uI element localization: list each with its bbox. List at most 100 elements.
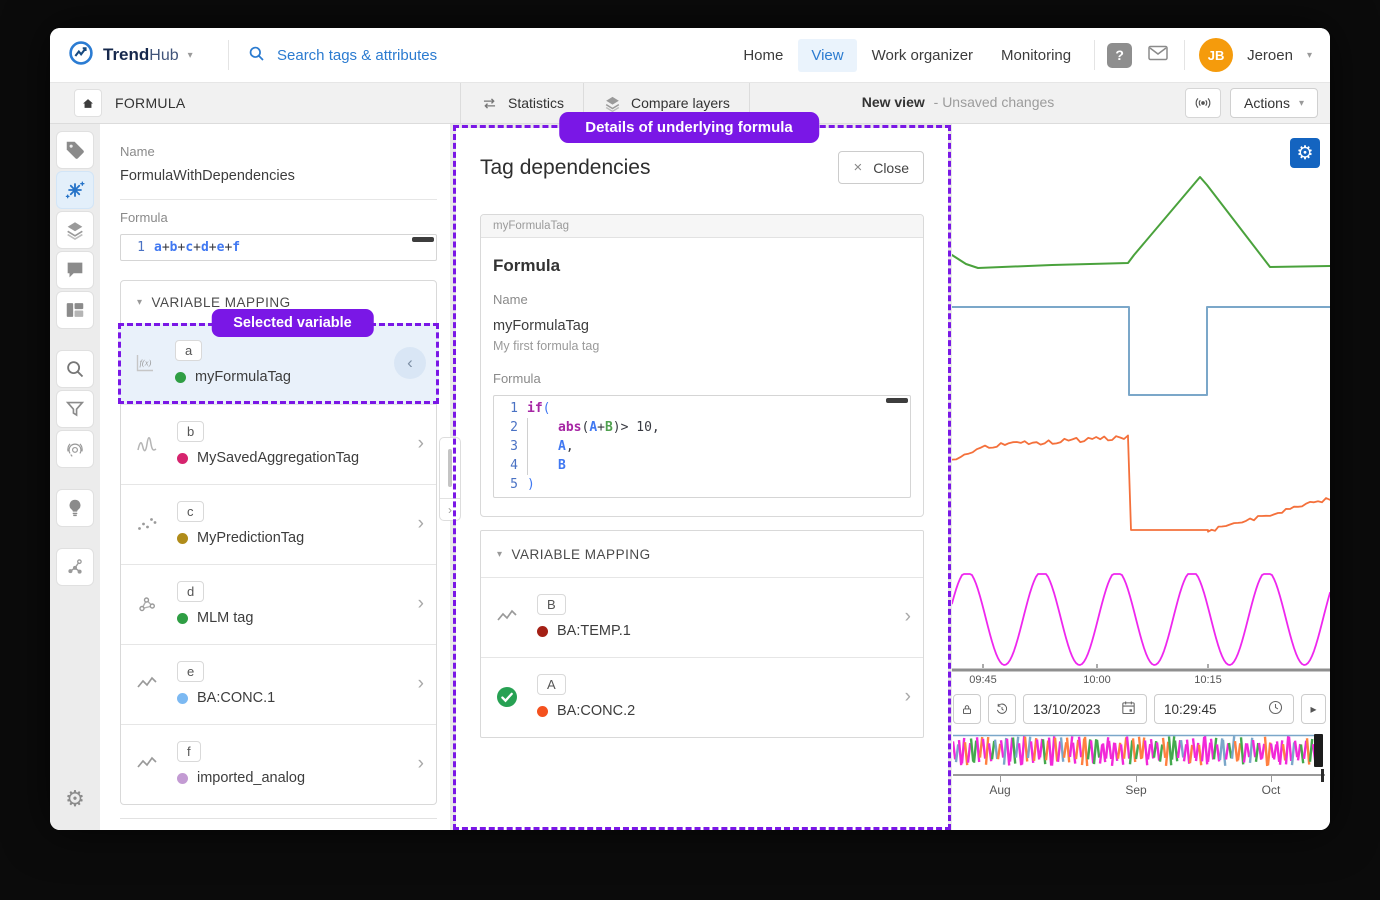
dashboard-sidebar-button[interactable]: [56, 291, 94, 329]
help-button[interactable]: ?: [1107, 43, 1132, 68]
fingerprint-sidebar-button[interactable]: [56, 430, 94, 468]
avatar[interactable]: JB: [1199, 38, 1233, 72]
variable-row-d[interactable]: dMLM tag›: [121, 564, 436, 644]
mail-icon[interactable]: [1146, 41, 1170, 70]
code-line: 3A,: [494, 437, 910, 456]
divider: [1184, 40, 1185, 70]
variable-mapping-header[interactable]: ▾ VARIABLE MAPPING: [481, 531, 923, 577]
formula-sidebar-button[interactable]: [56, 171, 94, 209]
lightbulb-sidebar-button[interactable]: [56, 489, 94, 527]
variable-row-e[interactable]: eBA:CONC.1›: [121, 644, 436, 724]
variable-chip: A: [537, 674, 566, 695]
history-button[interactable]: [988, 694, 1016, 724]
month-label: Sep: [1125, 783, 1146, 797]
search-sidebar-button[interactable]: [56, 350, 94, 388]
time-axis-labels: 09:4510:0010:15: [952, 674, 1330, 694]
nav-item-home[interactable]: Home: [730, 39, 796, 72]
breadcrumb: FORMULA: [115, 95, 186, 111]
range-handle[interactable]: [1314, 734, 1323, 767]
network-sidebar-button[interactable]: [56, 548, 94, 586]
chevron-down-icon: ▾: [137, 297, 143, 308]
expand-panel-button[interactable]: ›: [440, 498, 460, 520]
variable-mapping-card: ▾ VARIABLE MAPPING BBA:TEMP.1›ABA:CONC.2…: [480, 530, 924, 738]
code-line: 1a+b+c+d+e+f: [121, 238, 436, 257]
formula-code-editor[interactable]: 1a+b+c+d+e+f: [120, 234, 437, 261]
code-line: 2abs(A+B)> 10,: [494, 418, 910, 437]
line-number: 4: [494, 456, 527, 475]
current-position-marker[interactable]: [1321, 769, 1324, 782]
mlm-icon: [135, 592, 159, 616]
layers-sidebar-button[interactable]: [56, 211, 94, 249]
search-input[interactable]: Search tags & attributes: [229, 44, 730, 67]
aggregation-icon: [135, 432, 159, 456]
tag-icon: [64, 139, 86, 161]
home-button[interactable]: [74, 89, 102, 117]
code-token: (: [543, 401, 551, 416]
nav-item-view[interactable]: View: [798, 39, 856, 72]
editor-scrollbar[interactable]: [412, 237, 434, 242]
app-window: TrendHub ▾ Search tags & attributes Home…: [50, 28, 1330, 830]
month-tick: [1000, 776, 1001, 782]
chevron-right-icon[interactable]: ›: [418, 434, 424, 453]
variable-row-b[interactable]: bMySavedAggregationTag›: [121, 404, 436, 484]
brand-name: TrendHub: [103, 45, 179, 65]
code-token: ): [613, 420, 621, 435]
code-token: d: [201, 240, 209, 255]
chevron-down-icon[interactable]: ▾: [188, 50, 193, 61]
nav-item-monitoring[interactable]: Monitoring: [988, 39, 1084, 72]
variable-row-f[interactable]: fimported_analog›: [121, 724, 436, 804]
actions-button[interactable]: Actions ▾: [1230, 88, 1318, 118]
chart-settings-button[interactable]: ⚙: [1290, 138, 1320, 168]
chevron-right-icon[interactable]: ›: [418, 594, 424, 613]
chevron-right-icon[interactable]: ›: [418, 674, 424, 693]
panel-resize-handle[interactable]: ›: [439, 437, 461, 521]
trend-icon: [495, 605, 519, 629]
overview-context-bar[interactable]: [953, 734, 1323, 768]
time-controls: 13/10/2023 10:29:45 ▸: [953, 694, 1326, 724]
settings-sidebar-button[interactable]: ⚙: [56, 780, 94, 818]
lightbulb-icon: [64, 497, 86, 519]
variable-row-A[interactable]: ABA:CONC.2›: [481, 657, 923, 737]
tag-color-dot: [177, 693, 188, 704]
tag-name-value: myFormulaTag: [493, 318, 911, 334]
variable-row-a[interactable]: f(x)amyFormulaTag‹Selected variable: [118, 323, 439, 404]
code-token: +: [162, 240, 170, 255]
tag-sidebar-button[interactable]: [56, 131, 94, 169]
annotation-badge: Details of underlying formula: [559, 112, 819, 143]
tool-sidebar: ⚙: [50, 124, 100, 830]
chevron-right-icon[interactable]: ›: [905, 687, 911, 706]
step-forward-button[interactable]: ▸: [1301, 694, 1326, 724]
check-icon: [495, 685, 519, 709]
chevron-right-icon[interactable]: ›: [418, 514, 424, 533]
close-icon: ×: [853, 159, 862, 176]
variable-row-B[interactable]: BBA:TEMP.1›: [481, 577, 923, 657]
chevron-down-icon[interactable]: ▾: [1307, 50, 1312, 61]
close-button[interactable]: × Close: [838, 151, 924, 184]
variable-chip: b: [177, 421, 204, 442]
variable-list: BBA:TEMP.1›ABA:CONC.2›: [481, 577, 923, 737]
tag-name: BA:TEMP.1: [557, 623, 631, 639]
dependency-code-editor[interactable]: 1if(2abs(A+B)> 10,3A,4B5): [493, 395, 911, 498]
chevron-right-icon[interactable]: ›: [418, 754, 424, 773]
chevron-right-icon[interactable]: ›: [905, 607, 911, 626]
formula-panel: Name FormulaWithDependencies Formula 1a+…: [100, 124, 450, 830]
variable-row-c[interactable]: cMyPredictionTag›: [121, 484, 436, 564]
collapse-details-button[interactable]: ‹: [394, 347, 426, 379]
code-token: a: [154, 240, 162, 255]
comment-sidebar-button[interactable]: [56, 251, 94, 289]
nav-item-work-organizer[interactable]: Work organizer: [859, 39, 986, 72]
axis-line: [953, 774, 1325, 776]
live-broadcast-button[interactable]: [1185, 88, 1221, 118]
trendhub-logo-icon: [68, 40, 94, 71]
code-token: ): [527, 477, 535, 492]
app-logo[interactable]: TrendHub ▾: [50, 40, 228, 71]
date-field[interactable]: 13/10/2023: [1023, 694, 1147, 724]
tag-color-dot: [177, 533, 188, 544]
tag-name: BA:CONC.1: [197, 690, 275, 706]
name-label: Name: [120, 144, 437, 159]
editor-scrollbar[interactable]: [886, 398, 908, 403]
lock-button[interactable]: [953, 694, 981, 724]
filter-sidebar-button[interactable]: [56, 390, 94, 428]
chevron-down-icon: ▾: [1299, 98, 1304, 109]
time-field[interactable]: 10:29:45: [1154, 694, 1294, 724]
